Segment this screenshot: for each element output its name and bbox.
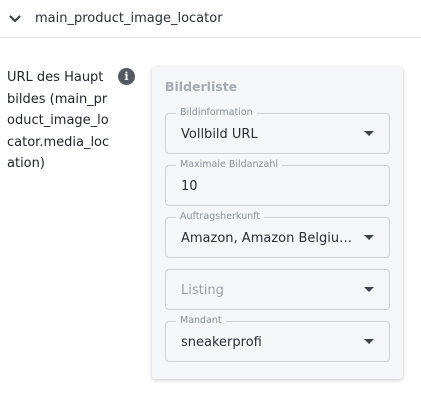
order-origin-value: Amazon, Amazon Belgium, Amazon Deutschla…	[181, 231, 361, 246]
card-title: Bilderliste	[165, 79, 238, 94]
image-list-card: Bilderliste Bildinformation Vollbild URL…	[152, 67, 403, 379]
listing-placeholder: Listing	[181, 283, 224, 298]
caret-down-icon[interactable]	[364, 339, 374, 344]
max-images-value[interactable]: 10	[181, 178, 361, 195]
client-select[interactable]: Mandant sneakerprofi	[165, 315, 390, 362]
caret-down-icon[interactable]	[364, 131, 374, 136]
field-label: URL des Hauptbildes (main_product_image_…	[7, 70, 110, 171]
caret-down-icon[interactable]	[364, 235, 374, 240]
client-legend: Mandant	[176, 315, 226, 327]
section-header[interactable]: main_product_image_locator	[0, 0, 421, 38]
order-origin-select[interactable]: Auftragsherkunft Amazon, Amazon Belgium,…	[165, 211, 390, 258]
caret-down-icon[interactable]	[364, 287, 374, 292]
order-origin-legend: Auftragsherkunft	[176, 211, 265, 223]
client-value: sneakerprofi	[181, 335, 262, 350]
image-info-legend: Bildinformation	[176, 107, 257, 119]
image-info-select[interactable]: Bildinformation Vollbild URL	[165, 107, 390, 154]
info-icon[interactable]: i	[118, 68, 135, 85]
max-images-legend: Maximale Bildanzahl	[176, 159, 282, 171]
chevron-down-icon[interactable]	[8, 12, 22, 26]
listing-select[interactable]: Listing	[165, 269, 390, 310]
section-title: main_product_image_locator	[35, 11, 223, 26]
image-info-value: Vollbild URL	[181, 127, 258, 142]
max-images-input[interactable]: Maximale Bildanzahl 10	[165, 159, 390, 206]
